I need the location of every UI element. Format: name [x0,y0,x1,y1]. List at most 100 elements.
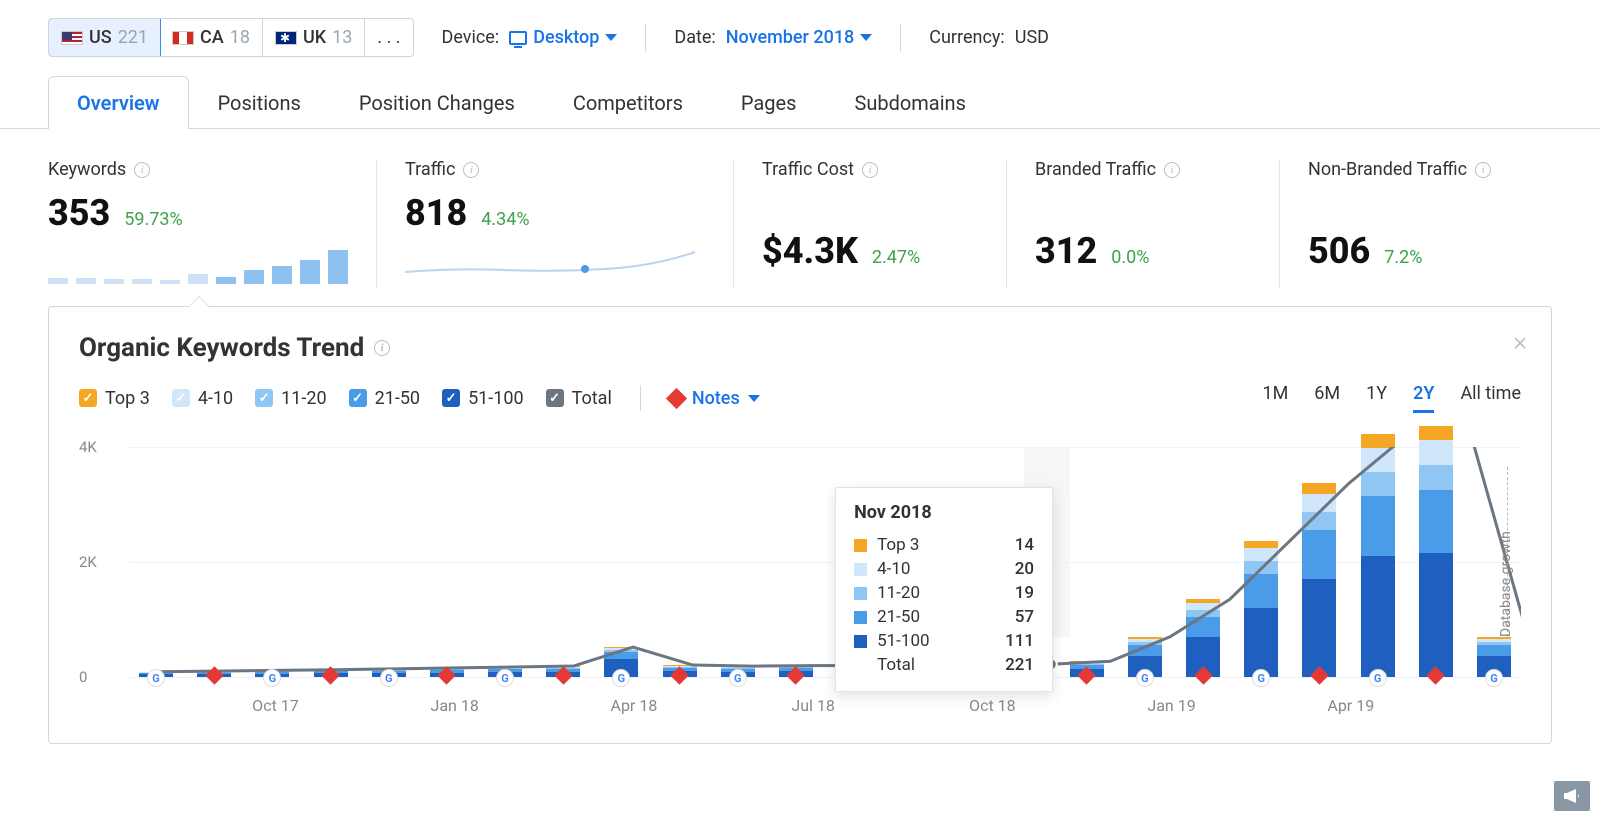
tab-pages[interactable]: Pages [712,76,826,129]
legend-label: 11-20 [281,388,326,409]
swatch [854,563,867,576]
x-tick-label: Jan 18 [431,696,479,715]
marker: G [1244,669,1278,687]
metric-non-branded-traffic[interactable]: Non-Branded Traffici 5067.2% [1280,159,1552,288]
tooltip-label: 4-10 [877,559,1005,579]
range-all-time[interactable]: All time [1460,383,1521,413]
chart-area[interactable]: 02K4KGGGGGGGGGGGGOct 17Jan 18Apr 18Jul 1… [79,437,1521,717]
google-update-icon[interactable]: G [1369,669,1387,687]
range-1m[interactable]: 1M [1262,383,1288,413]
nav-tabs: OverviewPositionsPosition ChangesCompeti… [0,75,1600,129]
metric-value: 506 [1308,230,1370,272]
note-icon[interactable] [1427,666,1445,684]
country-tab-us[interactable]: US 221 [48,18,161,57]
legend-top-3[interactable]: ✓Top 3 [79,388,150,409]
metric-traffic-cost[interactable]: Traffic Costi $4.3K2.47% [734,159,1007,288]
note-icon[interactable] [1194,666,1212,684]
marker: G [604,669,638,687]
country-tab-uk[interactable]: UK 13 [263,19,365,56]
date-filter[interactable]: Date: November 2018 [674,27,872,48]
flag-ca-icon [172,31,194,45]
legend-4-10[interactable]: ✓4-10 [172,388,233,409]
metric-branded-traffic[interactable]: Branded Traffici 3120.0% [1007,159,1280,288]
tooltip-title: Nov 2018 [854,502,1034,523]
google-update-icon[interactable]: G [147,669,165,687]
tab-positions[interactable]: Positions [189,76,330,129]
info-icon[interactable]: i [463,162,479,178]
chevron-down-icon [605,34,617,41]
chevron-down-icon [748,395,760,402]
metric-keywords[interactable]: Keywordsi 35359.73% [48,159,377,288]
x-tick-label: Oct 18 [969,696,1016,715]
google-update-icon[interactable]: G [263,669,281,687]
note-icon[interactable] [787,666,805,684]
range-2y[interactable]: 2Y [1413,383,1434,413]
country-count: 221 [118,27,148,48]
google-update-icon[interactable]: G [380,669,398,687]
y-tick-label: 4K [79,438,97,456]
tooltip-label: 21-50 [877,607,1005,627]
keywords-trend-panel: × Organic Keywords Trend i ✓Top 3✓4-10✓1… [48,306,1552,744]
range-1y[interactable]: 1Y [1366,383,1387,413]
notes-toggle[interactable]: Notes [669,388,760,409]
checkbox-icon: ✓ [546,389,564,407]
legend-label: 21-50 [375,388,420,409]
metric-label: Traffic Cost [762,159,854,180]
range-tabs: 1M 6M 1Y 2Y All time [1262,383,1521,413]
metric-value: 312 [1035,230,1097,272]
legend-51-100[interactable]: ✓51-100 [442,388,524,409]
note-icon[interactable] [670,666,688,684]
chart-tooltip: Nov 2018Top 3144-102011-201921-505751-10… [835,487,1053,692]
tab-overview[interactable]: Overview [48,76,189,129]
marker [197,669,231,687]
metric-value: $4.3K [762,230,858,272]
metric-label: Traffic [405,159,455,180]
chart-legend: ✓Top 3✓4-10✓11-20✓21-50✓51-100✓TotalNote… [79,383,1521,413]
info-icon[interactable]: i [862,162,878,178]
google-update-icon[interactable]: G [496,669,514,687]
currency-value: USD [1015,27,1049,48]
info-icon[interactable]: i [374,340,390,356]
metric-label: Non-Branded Traffic [1308,159,1467,180]
tooltip-total-value: 221 [1005,655,1034,675]
legend-label: 4-10 [198,388,233,409]
info-icon[interactable]: i [1475,162,1491,178]
device-label: Device: [442,27,500,48]
tab-position-changes[interactable]: Position Changes [330,76,544,129]
note-icon[interactable] [1310,666,1328,684]
note-icon[interactable] [438,666,456,684]
note-icon[interactable] [321,666,339,684]
range-6m[interactable]: 6M [1314,383,1340,413]
legend-total[interactable]: ✓Total [546,388,612,409]
bar-segment [1361,434,1395,448]
date-value: November 2018 [726,27,855,48]
google-update-icon[interactable]: G [1252,669,1270,687]
tooltip-value: 20 [1015,559,1034,579]
marker [1419,669,1453,687]
note-icon[interactable] [205,666,223,684]
marker: G [488,669,522,687]
device-filter[interactable]: Device: Desktop [442,27,618,48]
metric-traffic[interactable]: Traffici 8184.34% [377,159,734,288]
country-tab-ca[interactable]: CA 18 [160,19,263,56]
legend-21-50[interactable]: ✓21-50 [349,388,420,409]
tooltip-row: 51-100111 [854,629,1034,653]
marker [1186,669,1220,687]
tab-competitors[interactable]: Competitors [544,76,712,129]
note-icon[interactable] [1078,666,1096,684]
tab-subdomains[interactable]: Subdomains [825,76,994,129]
marker [1070,669,1104,687]
country-tab-more[interactable]: . . . [365,19,412,56]
google-update-icon[interactable]: G [1485,669,1503,687]
close-icon[interactable]: × [1513,327,1527,357]
google-update-icon[interactable]: G [1136,669,1154,687]
feedback-button[interactable] [1554,781,1590,811]
info-icon[interactable]: i [1164,162,1180,178]
google-update-icon[interactable]: G [612,669,630,687]
info-icon[interactable]: i [134,162,150,178]
tooltip-label: 51-100 [877,631,995,651]
sparkline-bars [48,244,348,284]
legend-11-20[interactable]: ✓11-20 [255,388,326,409]
note-icon[interactable] [554,666,572,684]
google-update-icon[interactable]: G [729,669,747,687]
